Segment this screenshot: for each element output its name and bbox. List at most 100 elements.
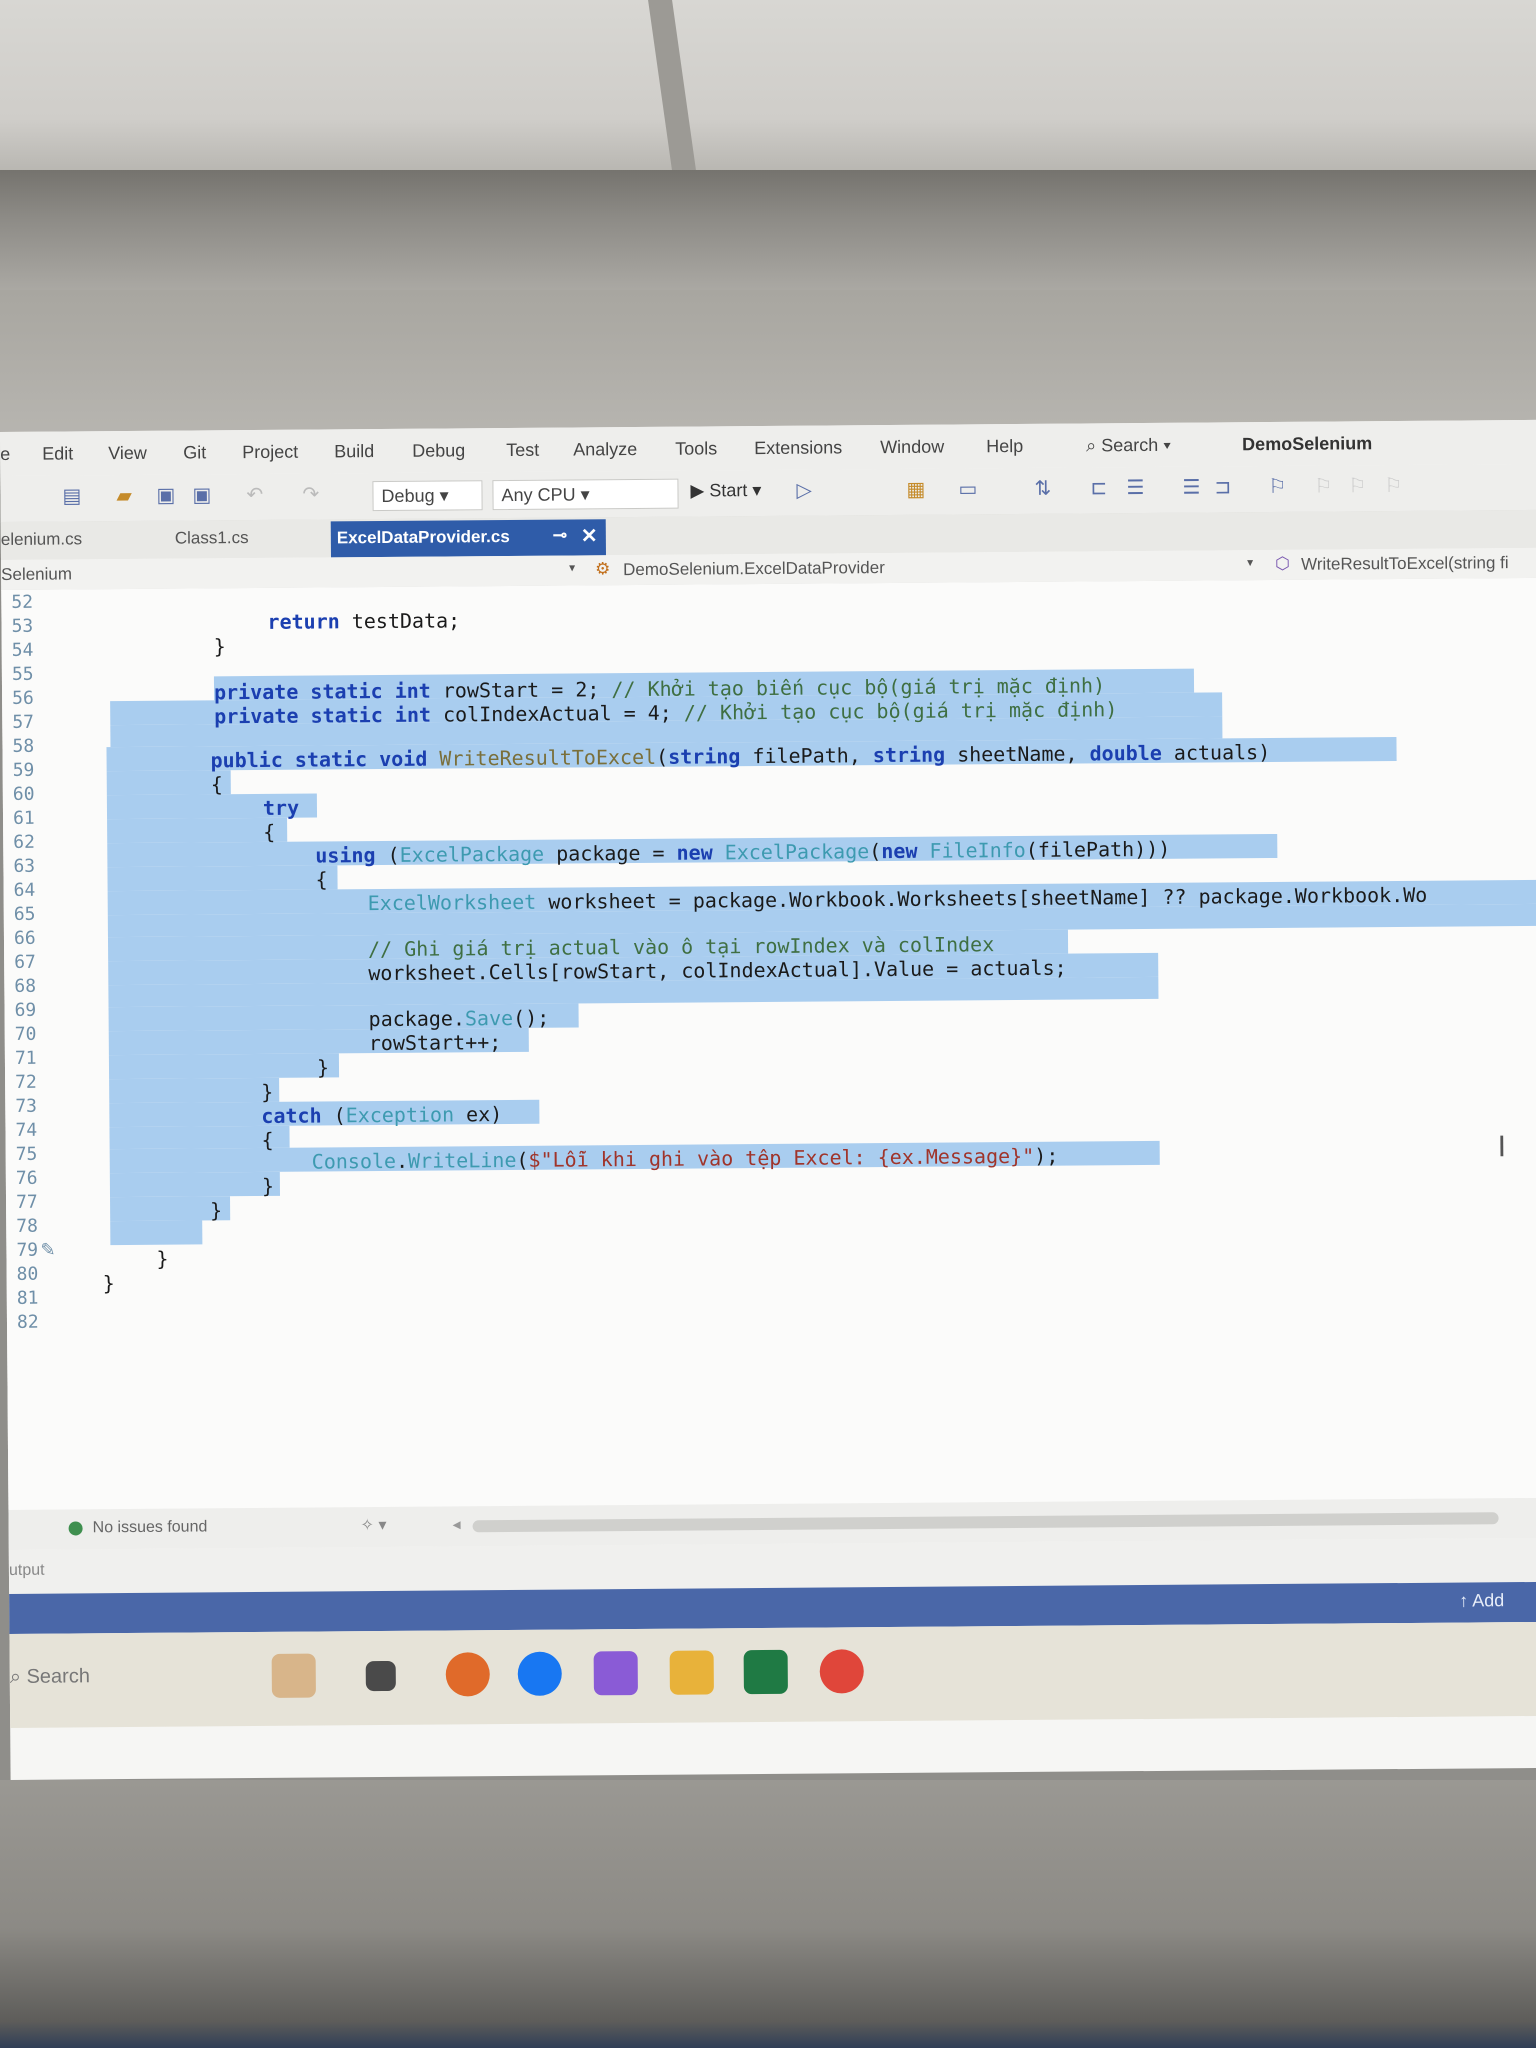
search-button[interactable]: ⌕ Search ▾ xyxy=(1086,435,1171,457)
tab-class1-cs[interactable]: Class1.cs xyxy=(175,528,249,549)
comment-icon[interactable]: ⊏ xyxy=(1090,477,1112,499)
code-cleanup-icon[interactable]: ✧ ▾ xyxy=(361,1515,387,1535)
projector-screen-top xyxy=(0,290,1536,435)
line-number: 57 xyxy=(12,711,35,733)
menu-debug[interactable]: Debug xyxy=(412,440,465,461)
indent-icon[interactable]: ☰ xyxy=(1126,477,1148,499)
taskbar-search[interactable]: ⌕ Search xyxy=(10,1665,90,1689)
menu-project[interactable]: Project xyxy=(242,442,298,463)
open-folder-icon[interactable]: ▰ xyxy=(116,485,138,507)
output-label[interactable]: utput xyxy=(9,1562,45,1580)
uncomment-icon[interactable]: ⊐ xyxy=(1214,476,1236,498)
line-number: 78 xyxy=(16,1215,39,1237)
line-number: 65 xyxy=(13,903,36,925)
chevron-down-icon[interactable]: ▾ xyxy=(1247,555,1253,569)
menu-analyze[interactable]: Analyze xyxy=(573,439,637,461)
line-number: 74 xyxy=(15,1119,38,1141)
visual-studio-icon[interactable] xyxy=(593,1651,638,1696)
new-project-icon[interactable]: ▤ xyxy=(62,485,84,507)
line-number: 76 xyxy=(15,1167,38,1189)
platform-select[interactable]: Any CPU ▾ xyxy=(492,478,679,511)
line-number: 59 xyxy=(12,759,35,781)
line-number: 70 xyxy=(14,1023,37,1045)
bookmark-next-icon[interactable]: ⚐ xyxy=(1348,475,1370,497)
project-dropdown[interactable]: Selenium xyxy=(1,564,72,585)
line-number: 54 xyxy=(11,639,34,661)
quick-actions-icon[interactable]: ✎ xyxy=(40,1240,55,1261)
configuration-select[interactable]: Debug ▾ xyxy=(372,480,483,512)
code-line-80: } xyxy=(156,1246,169,1271)
member-dropdown[interactable]: WriteResultToExcel(string fi xyxy=(1301,553,1509,575)
undo-icon[interactable]: ↶ xyxy=(246,484,268,506)
line-number: 82 xyxy=(16,1311,39,1333)
code-line-64: { xyxy=(315,867,328,892)
start-button[interactable]: ▶ Start ▾ xyxy=(690,480,761,502)
window-layout-icon[interactable]: ▭ xyxy=(958,478,980,500)
excel-icon[interactable] xyxy=(743,1649,788,1695)
code-line-78: } xyxy=(210,1198,223,1223)
line-number: 53 xyxy=(11,615,34,637)
configuration-value: Debug xyxy=(381,485,435,507)
platform-value: Any CPU xyxy=(501,484,576,506)
horizontal-scrollbar[interactable] xyxy=(472,1512,1499,1533)
issues-status[interactable]: No issues found xyxy=(93,1518,208,1537)
line-number: 67 xyxy=(14,951,36,973)
menu-build[interactable]: Build xyxy=(334,441,374,462)
menu-tools[interactable]: Tools xyxy=(675,438,717,459)
code-line-74: catch (Exception ex) xyxy=(261,1102,503,1128)
browser-link-icon[interactable]: ▦ xyxy=(906,479,928,501)
file-explorer-icon[interactable] xyxy=(669,1650,714,1695)
redo-icon[interactable]: ↷ xyxy=(302,483,324,505)
code-editor[interactable]: 52 53 54 55 56 57 58 59 60 61 62 63 64 6… xyxy=(1,577,1536,1510)
facebook-icon[interactable] xyxy=(517,1651,562,1696)
method-icon: ⬡ xyxy=(1274,553,1290,573)
start-without-debugging-icon[interactable]: ▷ xyxy=(796,480,818,502)
line-number: 55 xyxy=(11,663,34,685)
line-number: 77 xyxy=(15,1191,38,1213)
bookmark-clear-icon[interactable]: ⚐ xyxy=(1384,475,1406,497)
bookmark-prev-icon[interactable]: ⚐ xyxy=(1314,476,1336,498)
close-icon[interactable]: ✕ xyxy=(581,523,598,548)
menu-test[interactable]: Test xyxy=(506,440,539,461)
menu-edit[interactable]: Edit xyxy=(42,443,73,464)
menu-file[interactable]: e xyxy=(0,444,10,465)
chevron-down-icon[interactable]: ▾ xyxy=(569,560,575,574)
chrome-icon[interactable] xyxy=(819,1649,864,1694)
save-icon[interactable]: ▣ xyxy=(156,485,178,507)
arrow-up-icon: ↑ xyxy=(1459,1590,1473,1611)
text-cursor-icon: I xyxy=(1497,1130,1507,1164)
scroll-left-icon[interactable]: ◂ xyxy=(453,1514,461,1534)
menu-extensions[interactable]: Extensions xyxy=(754,437,842,459)
line-number: 64 xyxy=(13,879,36,901)
class-dropdown[interactable]: DemoSelenium.ExcelDataProvider xyxy=(623,558,885,580)
pin-icon[interactable]: ⊸ xyxy=(553,526,567,546)
menu-view[interactable]: View xyxy=(108,443,147,464)
line-number: 72 xyxy=(15,1071,37,1093)
code-line-70: package.Save(); xyxy=(368,1005,550,1032)
line-number: 80 xyxy=(16,1263,39,1285)
selection xyxy=(107,865,338,892)
add-to-source-control[interactable]: ↑ Add xyxy=(1459,1590,1504,1611)
line-number: 56 xyxy=(12,687,34,709)
code-line-73: } xyxy=(261,1079,274,1104)
room-ceiling xyxy=(0,0,1536,170)
menu-git[interactable]: Git xyxy=(183,442,206,463)
selection xyxy=(109,1077,280,1104)
app-icon[interactable] xyxy=(445,1652,490,1697)
code-line-62: { xyxy=(263,819,276,844)
outdent-icon[interactable]: ☰ xyxy=(1182,477,1204,499)
menu-window[interactable]: Window xyxy=(880,437,944,459)
widgets-icon[interactable] xyxy=(271,1653,316,1698)
task-view-icon[interactable] xyxy=(365,1660,396,1692)
code-line-60: { xyxy=(210,772,223,797)
line-number: 73 xyxy=(15,1095,38,1117)
tab-excel-data-provider[interactable]: ExcelDataProvider.cs ⊸ ✕ xyxy=(330,519,606,558)
tab-active-label: ExcelDataProvider.cs xyxy=(336,526,510,548)
step-icon[interactable]: ⇅ xyxy=(1034,478,1056,500)
code-line-61: try xyxy=(262,795,300,820)
menu-help[interactable]: Help xyxy=(986,436,1023,457)
bookmark-icon[interactable]: ⚐ xyxy=(1268,476,1290,498)
save-all-icon[interactable]: ▣ xyxy=(192,484,214,506)
tab-selenium-cs[interactable]: elenium.cs xyxy=(1,529,82,550)
code-line-81: } xyxy=(102,1271,115,1296)
